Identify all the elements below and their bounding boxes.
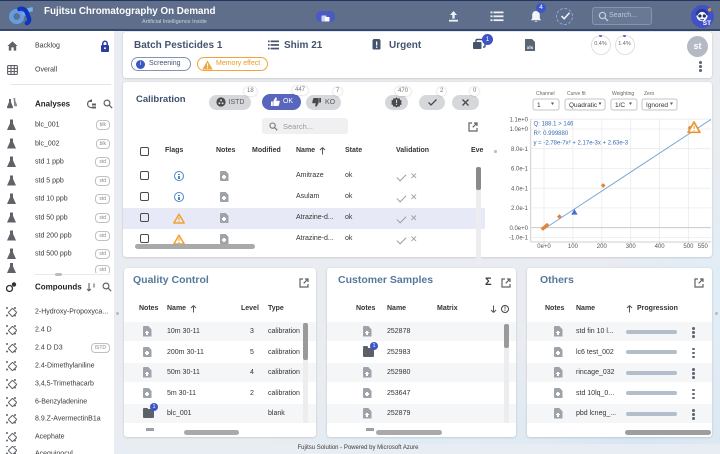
svg-text:Channel: Channel bbox=[536, 91, 555, 97]
svg-text:550: 550 bbox=[698, 244, 709, 250]
svg-text:200: 200 bbox=[597, 244, 608, 250]
svg-text:Weighting: Weighting bbox=[612, 91, 634, 97]
svg-text:1.1e+0: 1.1e+0 bbox=[509, 117, 528, 123]
svg-text:1.0e+0: 1.0e+0 bbox=[509, 127, 528, 133]
svg-text:Curve fit: Curve fit bbox=[567, 91, 586, 97]
svg-text:Zero: Zero bbox=[644, 91, 655, 97]
svg-text:ST: ST bbox=[703, 20, 711, 27]
svg-text:1/C: 1/C bbox=[615, 102, 625, 109]
svg-text:400: 400 bbox=[655, 244, 666, 250]
svg-text:500: 500 bbox=[683, 244, 694, 250]
svg-text:R²: 0.999880: R²: 0.999880 bbox=[534, 131, 569, 137]
svg-text:100: 100 bbox=[568, 244, 579, 250]
svg-text:1: 1 bbox=[537, 102, 541, 109]
svg-text:4.0e-1: 4.0e-1 bbox=[511, 186, 529, 192]
svg-text:y = -2.78e-7x² + 2.17e-3x + 2.: y = -2.78e-7x² + 2.17e-3x + 2.63e-3 bbox=[534, 141, 629, 147]
svg-text:8.0e-1: 8.0e-1 bbox=[511, 147, 529, 153]
svg-text:0.0e+0: 0.0e+0 bbox=[509, 226, 528, 232]
svg-text:Ignored: Ignored bbox=[646, 102, 668, 109]
svg-text:300: 300 bbox=[626, 244, 637, 250]
svg-text:0e+0: 0e+0 bbox=[537, 244, 551, 250]
svg-text:2.0e-1: 2.0e-1 bbox=[511, 206, 529, 212]
svg-text:-1.0e-1: -1.0e-1 bbox=[509, 236, 529, 242]
svg-text:xls: xls bbox=[527, 45, 534, 50]
svg-text:Quadratic: Quadratic bbox=[569, 102, 598, 109]
svg-text:Q: 188.1 > 146: Q: 188.1 > 146 bbox=[534, 122, 575, 128]
svg-text:6.0e-1: 6.0e-1 bbox=[511, 167, 529, 173]
